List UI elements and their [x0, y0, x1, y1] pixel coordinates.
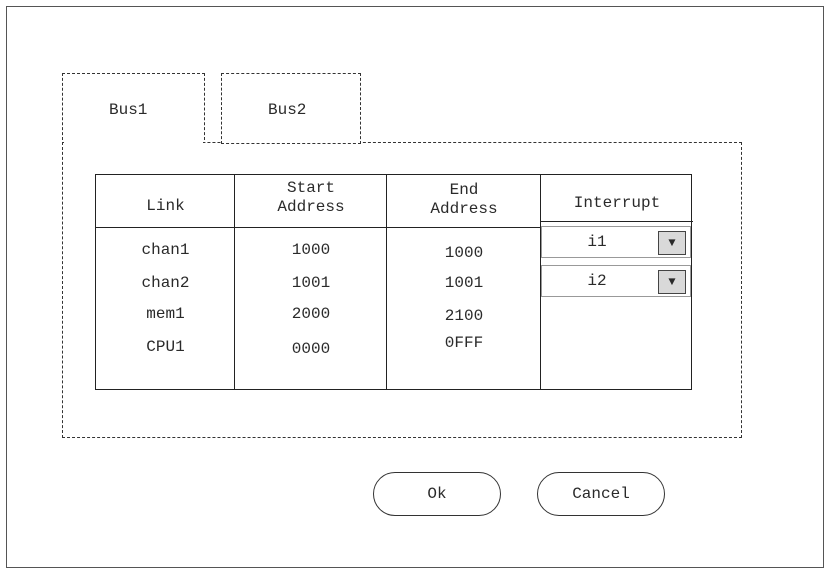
cell-start: 1000 [291, 241, 331, 259]
header-interrupt: Interrupt [573, 194, 661, 212]
active-tab-gap [64, 139, 203, 145]
cell-start: 2000 [291, 305, 331, 323]
header-end-line2: Address [430, 200, 498, 218]
cell-link: mem1 [146, 305, 185, 323]
interrupt-select-chan2[interactable]: i2 ▼ [541, 265, 691, 297]
cell-end: 0FFF [444, 334, 484, 352]
tab-bus2[interactable]: Bus2 [221, 73, 361, 144]
tab-bus1-label: Bus1 [109, 101, 148, 119]
cell-start: 0000 [291, 340, 331, 358]
header-link: Link [146, 197, 185, 215]
cell-link: CPU1 [146, 338, 185, 356]
tab-bus1[interactable]: Bus1 [62, 73, 205, 140]
cell-link: chan1 [141, 241, 190, 259]
dropdown-arrow-icon[interactable]: ▼ [658, 270, 686, 294]
header-end-line1: End [449, 181, 479, 199]
cell-end: 1001 [444, 274, 484, 292]
cell-end: 2100 [444, 307, 484, 325]
interrupt-select-value: i2 [587, 272, 607, 290]
cell-end: 1000 [444, 244, 484, 262]
interrupt-select-value: i1 [587, 233, 607, 251]
header-divider [96, 227, 541, 228]
cell-start: 1001 [291, 274, 331, 292]
dropdown-arrow-icon[interactable]: ▼ [658, 231, 686, 255]
header-divider-interrupt [541, 221, 693, 222]
ok-button[interactable]: Ok [373, 472, 501, 516]
header-start-line1: Start [286, 179, 335, 197]
cancel-button[interactable]: Cancel [537, 472, 665, 516]
interrupt-select-chan1[interactable]: i1 ▼ [541, 226, 691, 258]
cell-link: chan2 [141, 274, 190, 292]
tab-bus2-label: Bus2 [268, 101, 307, 119]
header-start-line2: Address [277, 198, 345, 216]
